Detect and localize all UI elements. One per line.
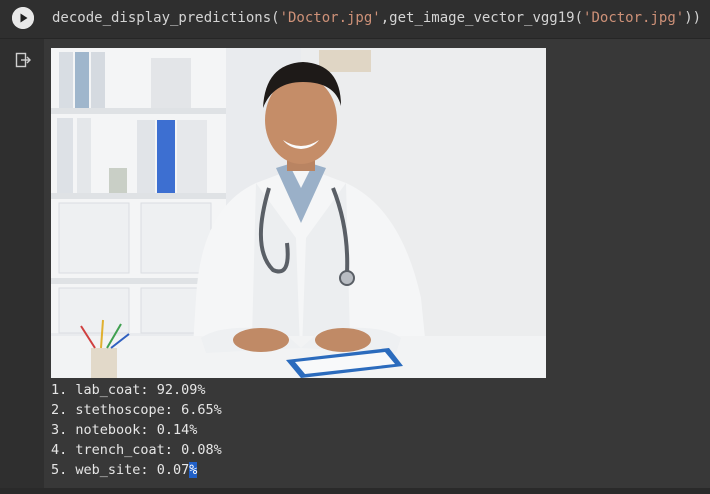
list-item: 5. web_site: 0.07% <box>51 460 222 480</box>
code-mid: ,get_image_vector_vgg19( <box>380 10 584 26</box>
pred-value: 92.09% <box>156 382 206 398</box>
pred-value: 6.65% <box>181 402 222 418</box>
cell-bottom-border <box>0 488 710 494</box>
pred-label: web_site: <box>75 462 149 478</box>
list-item: 2. stethoscope: 6.65% <box>51 400 222 420</box>
notebook-cell: decode_display_predictions('Doctor.jpg',… <box>0 0 710 494</box>
pred-value: 0.14% <box>156 422 198 438</box>
prediction-list: 1. lab_coat: 92.09% 2. stethoscope: 6.65… <box>51 380 222 480</box>
pred-label: stethoscope: <box>75 402 173 418</box>
pred-rank: 1. <box>51 382 68 398</box>
list-item: 3. notebook: 0.14% <box>51 420 222 440</box>
run-cell-button[interactable] <box>12 7 34 29</box>
pred-label: trench_coat: <box>75 442 173 458</box>
pred-rank: 5. <box>51 462 68 478</box>
text-selection[interactable]: % <box>189 462 198 478</box>
pred-label: notebook: <box>75 422 149 438</box>
pred-rank: 3. <box>51 422 68 438</box>
code-input-row[interactable]: decode_display_predictions('Doctor.jpg',… <box>0 0 710 39</box>
code-string-arg: 'Doctor.jpg' <box>583 10 685 26</box>
pred-label: lab_coat: <box>75 382 149 398</box>
pred-value: 0.07 <box>156 462 190 478</box>
pred-rank: 2. <box>51 402 68 418</box>
list-item: 1. lab_coat: 92.09% <box>51 380 222 400</box>
code-string-arg: 'Doctor.jpg' <box>279 10 381 26</box>
output-arrow-icon[interactable] <box>14 51 32 69</box>
pred-value: 0.08% <box>181 442 222 458</box>
play-circle-icon[interactable] <box>12 7 34 29</box>
code-text[interactable]: decode_display_predictions('Doctor.jpg',… <box>52 9 701 27</box>
pred-rank: 4. <box>51 442 68 458</box>
code-close: )) <box>684 10 702 26</box>
doctor-image <box>51 48 546 378</box>
output-gutter <box>0 39 44 494</box>
code-func: decode_display_predictions( <box>52 10 280 26</box>
list-item: 4. trench_coat: 0.08% <box>51 440 222 460</box>
